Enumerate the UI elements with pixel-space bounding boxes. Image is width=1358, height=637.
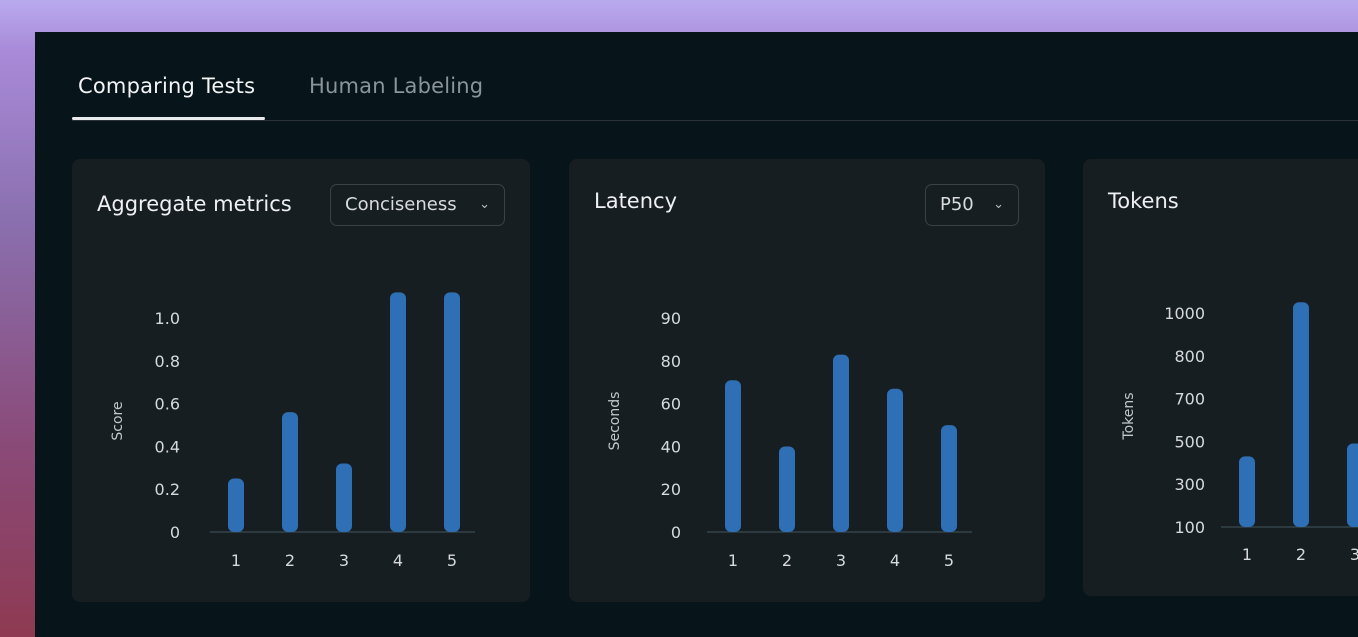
bar [833,354,849,532]
y-axis-label: Tokens [1121,392,1137,440]
app-window: Comparing Tests Human Labeling Aggregate… [35,32,1358,637]
y-tick-label: 0 [170,523,180,542]
x-tick-label: 2 [782,551,792,570]
bar [941,425,957,532]
y-tick-label: 80 [661,352,681,371]
y-tick-label: 0.2 [155,480,180,499]
active-tab-indicator [72,117,265,120]
bar [1293,302,1309,527]
bar [779,446,795,532]
y-tick-label: 0 [671,523,681,542]
y-tick-label: 100 [1174,518,1205,537]
y-tick-label: 90 [661,309,681,328]
y-axis-label: Score [110,401,126,440]
y-tick-label: 20 [661,480,681,499]
y-axis-label: Seconds [607,392,623,451]
x-tick-label: 2 [285,551,295,570]
y-tick-label: 40 [661,437,681,456]
y-tick-label: 800 [1174,347,1205,366]
tokens-chart: 100 300 500 700 800 1000 Tokens 1 2 3 [1121,302,1358,564]
x-tick-label: 1 [231,551,241,570]
y-tick-label: 500 [1174,432,1205,451]
tokens-card: Tokens 100 300 500 700 800 1000 Tokens 1 2 3 [1083,159,1358,596]
x-tick-label: 3 [1350,545,1358,564]
latency-card: Latency P50 ⌄ 0 20 40 60 80 90 Seconds 1 2 3 4 5 [569,159,1045,602]
bar [390,292,406,532]
bar [1239,456,1255,527]
bar [282,412,298,532]
x-tick-label: 4 [890,551,900,570]
x-tick-label: 1 [1242,545,1252,564]
y-tick-label: 0.6 [155,395,180,414]
bar [725,380,741,532]
y-tick-label: 0.4 [155,437,180,456]
x-tick-label: 5 [447,551,457,570]
latency-chart: 0 20 40 60 80 90 Seconds 1 2 3 4 5 [607,309,972,570]
tab-bar: Comparing Tests Human Labeling [72,72,1358,121]
bar [228,478,244,532]
tab-human-labeling[interactable]: Human Labeling [309,74,483,98]
tab-comparing-tests[interactable]: Comparing Tests [78,74,255,98]
x-tick-label: 1 [728,551,738,570]
x-tick-label: 3 [836,551,846,570]
y-tick-label: 700 [1174,390,1205,409]
aggregate-metrics-card: Aggregate metrics Conciseness ⌄ 0 0.2 0.4 0… [72,159,530,602]
bar [1347,443,1358,527]
bar [887,388,903,532]
bar [444,292,460,532]
y-tick-label: 60 [661,395,681,414]
x-tick-label: 2 [1296,545,1306,564]
x-tick-label: 5 [944,551,954,570]
y-tick-label: 300 [1174,475,1205,494]
x-tick-label: 4 [393,551,403,570]
bar [336,463,352,532]
y-tick-label: 1000 [1164,304,1205,323]
x-tick-label: 3 [339,551,349,570]
aggregate-score-chart: 0 0.2 0.4 0.6 0.8 1.0 Score 1 2 3 4 5 [110,292,475,570]
y-tick-label: 0.8 [155,352,180,371]
y-tick-label: 1.0 [155,309,180,328]
